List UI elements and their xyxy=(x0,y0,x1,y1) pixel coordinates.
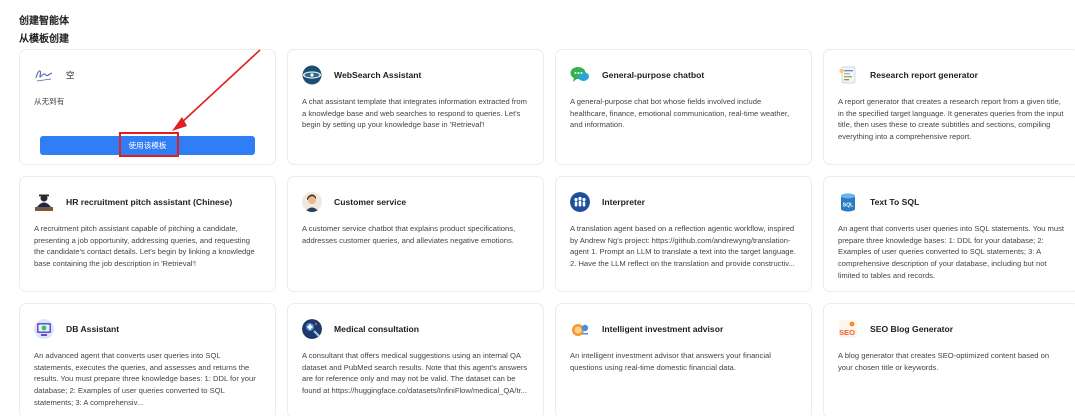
chat-bubbles-icon xyxy=(570,65,590,85)
template-grid: 空 从无到有 使用该模板 WebSearch Assistant A chat … xyxy=(19,49,1075,416)
template-card-websearch-assistant[interactable]: WebSearch Assistant A chat assistant tem… xyxy=(287,49,544,165)
card-header: SEO SEO Blog Generator xyxy=(838,318,1065,340)
use-template-button[interactable]: 使用该模板 xyxy=(40,136,255,155)
investment-icon xyxy=(570,319,590,339)
report-icon xyxy=(838,65,858,85)
card-title: Intelligent investment advisor xyxy=(602,324,724,334)
template-card-research-report-generator[interactable]: Research report generator A report gener… xyxy=(823,49,1075,165)
card-header: WebSearch Assistant xyxy=(302,64,529,86)
card-title: General-purpose chatbot xyxy=(602,70,705,80)
card-description: 从无到有 xyxy=(34,97,65,106)
seo-icon: SEO xyxy=(838,319,858,339)
card-description: A recruitment pitch assistant capable of… xyxy=(34,224,255,269)
card-title: DB Assistant xyxy=(66,324,120,334)
template-card-interpreter[interactable]: Interpreter A translation agent based on… xyxy=(555,176,812,292)
card-description: A report generator that creates a resear… xyxy=(838,97,1064,142)
template-card-hr-recruitment-pitch-assistant[interactable]: HR recruitment pitch assistant (Chinese)… xyxy=(19,176,276,292)
card-header: 空 xyxy=(34,64,261,86)
card-header: SQL Text To SQL xyxy=(838,191,1065,213)
template-card-text-to-sql[interactable]: SQL Text To SQL An agent that converts u… xyxy=(823,176,1075,292)
card-title: WebSearch Assistant xyxy=(334,70,422,80)
card-description: An advanced agent that converts user que… xyxy=(34,351,256,407)
card-description: A customer service chatbot that explains… xyxy=(302,224,516,245)
sql-icon: SQL xyxy=(838,192,858,212)
card-title: SEO Blog Generator xyxy=(870,324,954,334)
medical-icon xyxy=(302,319,322,339)
card-title: Research report generator xyxy=(870,70,978,80)
card-title: 空 xyxy=(66,70,75,80)
interpreter-icon xyxy=(570,192,590,212)
card-header: Research report generator xyxy=(838,64,1065,86)
card-header: Interpreter xyxy=(570,191,797,213)
card-header: Intelligent investment advisor xyxy=(570,318,797,340)
template-card-intelligent-investment-advisor[interactable]: Intelligent investment advisor An intell… xyxy=(555,303,812,416)
card-title: Medical consultation xyxy=(334,324,419,334)
svg-text:SQL: SQL xyxy=(843,203,854,209)
card-header: General-purpose chatbot xyxy=(570,64,797,86)
card-description: An agent that converts user queries into… xyxy=(838,224,1064,280)
card-description: A consultant that offers medical suggest… xyxy=(302,351,528,396)
globe-icon xyxy=(302,65,322,85)
card-header: DB Assistant xyxy=(34,318,261,340)
recruiter-icon xyxy=(34,192,54,212)
card-description: A blog generator that creates SEO-optimi… xyxy=(838,351,1050,372)
customer-service-icon xyxy=(302,192,322,212)
card-description: A general-purpose chat bot whose fields … xyxy=(570,97,790,130)
card-title: Text To SQL xyxy=(870,197,920,207)
signature-icon xyxy=(34,65,54,85)
card-title: Customer service xyxy=(334,197,407,207)
card-header: Medical consultation xyxy=(302,318,529,340)
template-card-customer-service[interactable]: Customer service A customer service chat… xyxy=(287,176,544,292)
page-title: 创建智能体 xyxy=(19,16,69,27)
card-header: HR recruitment pitch assistant (Chinese) xyxy=(34,191,261,213)
svg-text:SEO: SEO xyxy=(839,328,855,337)
card-description: A chat assistant template that integrate… xyxy=(302,97,527,130)
template-card-seo-blog-generator[interactable]: SEO SEO Blog Generator A blog generator … xyxy=(823,303,1075,416)
template-card-db-assistant[interactable]: DB Assistant An advanced agent that conv… xyxy=(19,303,276,416)
section-title: 从模板创建 xyxy=(19,34,69,45)
card-description: A translation agent based on a reflectio… xyxy=(570,224,796,269)
db-assistant-icon xyxy=(34,319,54,339)
card-header: Customer service xyxy=(302,191,529,213)
template-card-medical-consultation[interactable]: Medical consultation A consultant that o… xyxy=(287,303,544,416)
card-title: HR recruitment pitch assistant (Chinese) xyxy=(66,197,233,207)
card-description: An intelligent investment advisor that a… xyxy=(570,351,771,372)
card-title: Interpreter xyxy=(602,197,645,207)
template-card-empty[interactable]: 空 从无到有 使用该模板 xyxy=(19,49,276,165)
template-card-general-purpose-chatbot[interactable]: General-purpose chatbot A general-purpos… xyxy=(555,49,812,165)
